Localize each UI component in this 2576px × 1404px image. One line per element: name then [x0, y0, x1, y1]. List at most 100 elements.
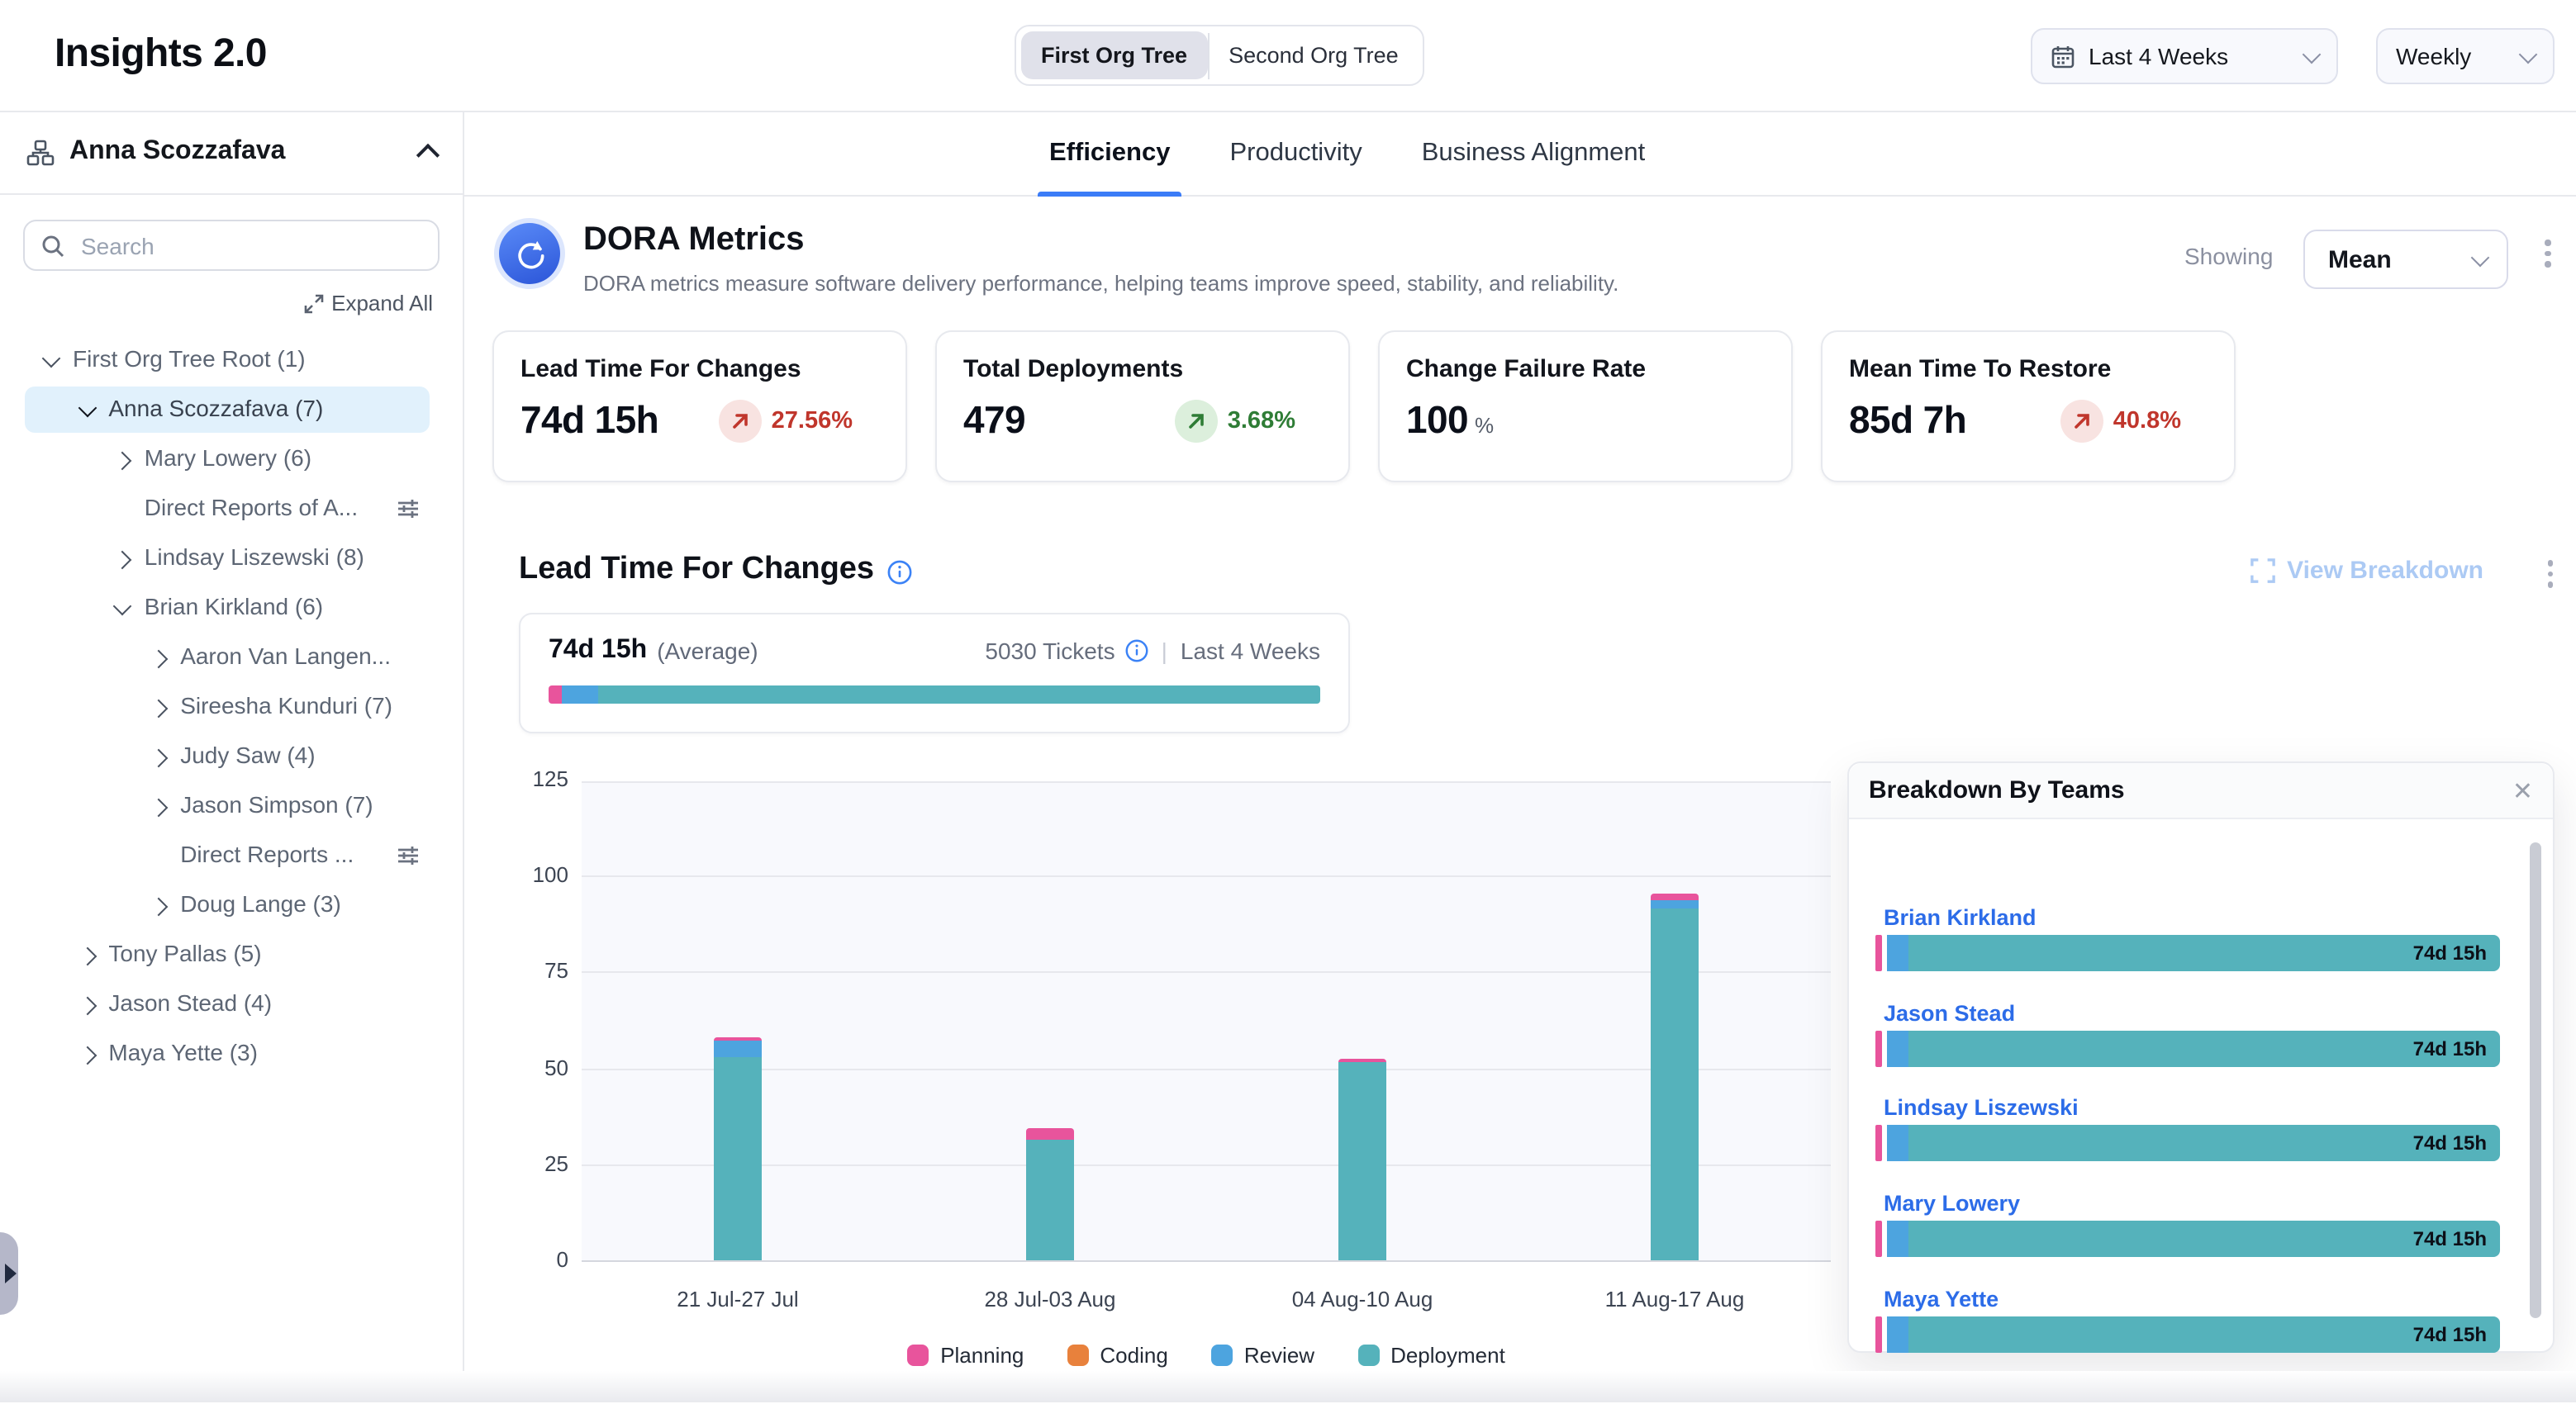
chevron-right-icon[interactable]	[150, 799, 169, 818]
chevron-right-icon[interactable]	[113, 551, 132, 570]
tree-item-mary-lowery-6[interactable]: Mary Lowery (6)	[0, 434, 463, 484]
x-axis-label: 21 Jul-27 Jul	[639, 1287, 837, 1312]
tree-item-lindsay-liszewski-8[interactable]: Lindsay Liszewski (8)	[0, 534, 463, 583]
chevron-right-icon[interactable]	[150, 650, 169, 669]
tree-item-jason-simpson-7[interactable]: Jason Simpson (7)	[0, 781, 463, 831]
tree-item-tony-pallas-5[interactable]: Tony Pallas (5)	[0, 930, 463, 979]
tree-item-maya-yette-3[interactable]: Maya Yette (3)	[0, 1029, 463, 1079]
calendar-icon	[2051, 44, 2075, 69]
chevron-right-icon[interactable]	[78, 1046, 97, 1065]
scrollbar-thumb[interactable]	[2530, 842, 2541, 1318]
tree-item-anna-scozzafava-7[interactable]: Anna Scozzafava (7)	[0, 385, 463, 434]
date-range-select[interactable]: Last 4 Weeks	[2031, 28, 2338, 84]
chevron-right-icon[interactable]	[150, 898, 169, 917]
chevron-right-icon[interactable]	[78, 997, 97, 1016]
metric-card-title: Total Deployments	[963, 355, 1322, 383]
average-bar-segment-planning	[549, 685, 562, 704]
chevron-down-icon[interactable]	[42, 349, 61, 368]
breakdown-team-brian-kirkland[interactable]: Brian Kirkland	[1884, 905, 2037, 930]
chevron-right-icon[interactable]	[113, 452, 132, 471]
sidebar-user-name: Anna Scozzafava	[69, 137, 285, 167]
info-icon[interactable]	[1125, 639, 1148, 662]
gridline-75	[582, 972, 1831, 974]
average-stacked-bar	[549, 685, 1320, 704]
breakdown-value: 74d 15h	[2413, 942, 2500, 965]
y-axis-tick: 0	[491, 1247, 568, 1272]
legend-swatch	[1067, 1345, 1088, 1366]
y-axis-tick: 100	[491, 862, 568, 887]
bar-segment-planning	[1026, 1127, 1074, 1139]
chevron-right-icon[interactable]	[150, 749, 169, 768]
view-breakdown-button[interactable]: View Breakdown	[2250, 557, 2483, 585]
metric-card-delta: 3.68%	[1175, 399, 1322, 442]
lead-time-kebab-menu[interactable]	[2547, 560, 2553, 587]
tree-item-judy-saw-4[interactable]: Judy Saw (4)	[0, 732, 463, 781]
showing-label: Showing	[2184, 243, 2273, 269]
y-axis-tick: 125	[491, 766, 568, 791]
y-axis-tick: 25	[491, 1151, 568, 1176]
granularity-select[interactable]: Weekly	[2376, 28, 2555, 84]
filter-icon[interactable]	[397, 844, 420, 875]
average-suffix: (Average)	[657, 638, 758, 664]
tab-productivity[interactable]: Productivity	[1218, 111, 1373, 195]
tree-item-doug-lange-3[interactable]: Doug Lange (3)	[0, 880, 463, 930]
tree-item-direct-reports-of-a[interactable]: Direct Reports of A...	[0, 484, 463, 534]
filter-icon[interactable]	[397, 497, 420, 529]
breakdown-bar-brian-kirkland: 74d 15h	[1875, 935, 2500, 971]
breakdown-bar-maya-yette: 74d 15h	[1875, 1316, 2500, 1353]
tree-item-jason-stead-4[interactable]: Jason Stead (4)	[0, 979, 463, 1029]
chevron-right-icon[interactable]	[150, 700, 169, 719]
toggle-first-org-tree[interactable]: First Org Tree	[1021, 31, 1207, 79]
breakdown-segment-deployment: 74d 15h	[1909, 1030, 2500, 1066]
info-icon[interactable]	[887, 559, 912, 584]
average-range: Last 4 Weeks	[1181, 638, 1320, 664]
metric-card-value: 85d 7h	[1849, 398, 1966, 443]
toggle-second-org-tree[interactable]: Second Org Tree	[1209, 31, 1419, 79]
trend-up-icon	[719, 399, 762, 442]
chevron-up-icon[interactable]	[416, 144, 440, 167]
close-icon[interactable]: ✕	[2512, 776, 2533, 805]
sidebar-header[interactable]: Anna Scozzafava	[0, 111, 463, 195]
sidebar-collapse-handle[interactable]	[0, 1232, 18, 1315]
breakdown-team-lindsay-liszewski[interactable]: Lindsay Liszewski	[1884, 1096, 2079, 1121]
breakdown-segment-deployment: 74d 15h	[1909, 1221, 2500, 1257]
breakdown-by-teams-panel: Breakdown By Teams ✕ Brian Kirkland74d 1…	[1847, 761, 2555, 1353]
breakdown-team-jason-stead[interactable]: Jason Stead	[1884, 1000, 2015, 1025]
tree-item-aaron-van-langen[interactable]: Aaron Van Langen...	[0, 633, 463, 682]
tree-item-label: Sireesha Kunduri (7)	[180, 692, 392, 719]
tab-efficiency[interactable]: Efficiency	[1038, 111, 1181, 195]
chart-plot-area	[582, 781, 1831, 1262]
lead-time-section-title: Lead Time For Changes	[519, 552, 874, 588]
metric-card-lead-time-for-changes: Lead Time For Changes74d 15h27.56%	[492, 330, 907, 482]
breakdown-team-mary-lowery[interactable]: Mary Lowery	[1884, 1191, 2020, 1216]
breakdown-value: 74d 15h	[2413, 1227, 2500, 1250]
breakdown-value: 74d 15h	[2413, 1132, 2500, 1155]
legend-label: Review	[1244, 1343, 1314, 1368]
chevron-down-icon	[2471, 248, 2490, 267]
expand-all-button[interactable]: Expand All	[0, 291, 433, 315]
metric-card-value: 100	[1406, 398, 1468, 443]
bar-28-jul-03-aug	[1026, 1127, 1074, 1260]
metric-card-change-failure-rate: Change Failure Rate100%	[1378, 330, 1793, 482]
metric-card-unit: %	[1475, 413, 1494, 438]
chevron-right-icon[interactable]	[78, 947, 97, 966]
tree-item-brian-kirkland-6[interactable]: Brian Kirkland (6)	[0, 583, 463, 633]
tree-item-sireesha-kunduri-7[interactable]: Sireesha Kunduri (7)	[0, 682, 463, 732]
legend-label: Planning	[940, 1343, 1024, 1368]
tree-item-direct-reports[interactable]: Direct Reports ...	[0, 831, 463, 880]
search-input[interactable]	[78, 230, 421, 260]
showing-select[interactable]: Mean	[2303, 230, 2508, 289]
dora-kebab-menu[interactable]	[2545, 240, 2550, 267]
date-range-value: Last 4 Weeks	[2089, 43, 2228, 69]
chevron-down-icon[interactable]	[113, 597, 132, 616]
tree-search	[23, 220, 440, 271]
breakdown-bar-jason-stead: 74d 15h	[1875, 1030, 2500, 1066]
lead-time-average-card: 74d 15h (Average) 5030 Tickets | Last 4 …	[519, 613, 1350, 733]
breakdown-segment-review	[1887, 1316, 1908, 1353]
tree-item-first-org-tree-root-1[interactable]: First Org Tree Root (1)	[0, 335, 463, 385]
breakdown-team-maya-yette[interactable]: Maya Yette	[1884, 1287, 1999, 1312]
average-bar-segment-deployment	[599, 685, 1320, 704]
breakdown-segment-review	[1887, 1126, 1908, 1162]
tab-business-alignment[interactable]: Business Alignment	[1410, 111, 1657, 195]
dora-metrics-title: DORA Metrics	[583, 221, 804, 259]
